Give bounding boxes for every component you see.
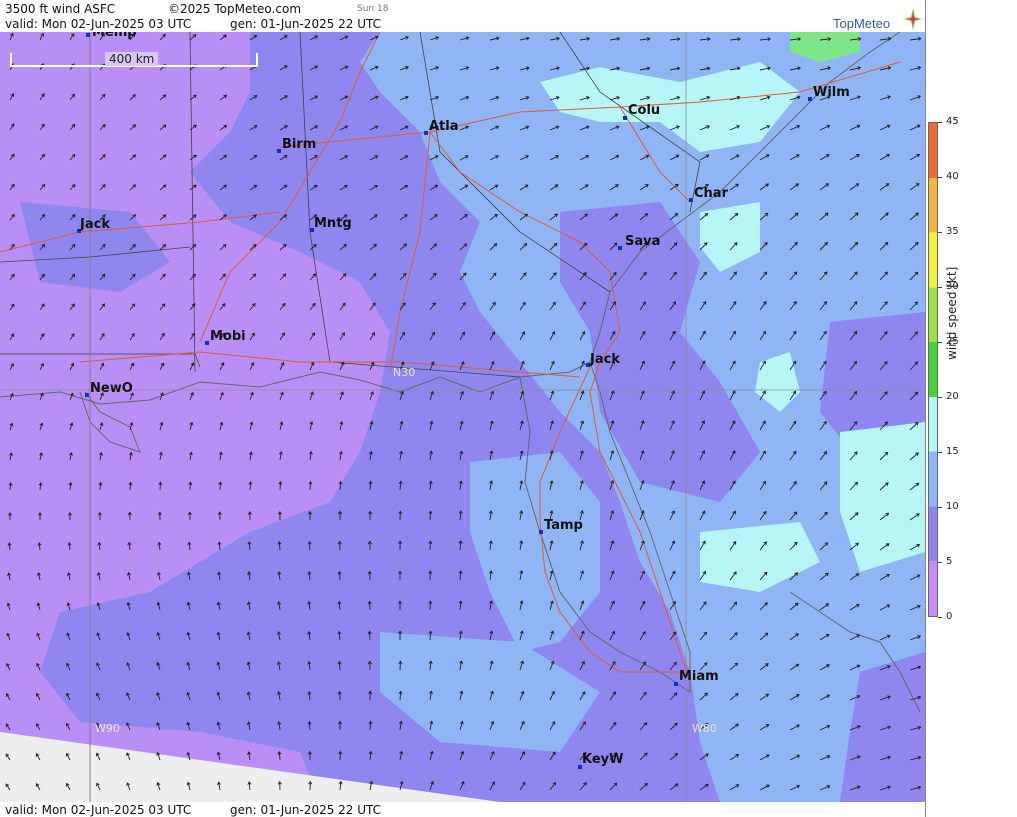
copyright-text: ©2025 TopMeteo.com: [168, 2, 302, 16]
wind-map[interactable]: Memp Wilm Colu Atla Birm Char Jack Mntg …: [0, 32, 925, 802]
city-label: Birm: [282, 137, 316, 152]
legend-tick-label: 10: [946, 501, 959, 512]
city-label: Miam: [679, 669, 719, 684]
longitude-label: W90: [95, 722, 120, 735]
legend-tick-label: 0: [946, 611, 953, 622]
legend-tickmark: [938, 397, 942, 398]
city-label: Sava: [625, 234, 660, 249]
legend-tick-label: 5: [946, 556, 953, 567]
city-label: Tamp: [544, 518, 583, 533]
longitude-label: W80: [692, 722, 717, 735]
panel-divider: [925, 0, 926, 817]
city-marker: [674, 682, 678, 686]
legend-tick-label: 40: [946, 171, 959, 182]
latitude-label: N30: [393, 366, 415, 379]
city-label: Char: [694, 186, 729, 201]
city-label: Mobi: [210, 329, 246, 344]
product-title: 3500 ft wind ASFC: [5, 2, 116, 16]
day-label: Sun 18: [357, 4, 389, 14]
legend-tick-label: 15: [946, 446, 959, 457]
legend-tickmark: [938, 122, 942, 123]
legend-tickmark: [938, 507, 942, 508]
legend-tickmark: [938, 287, 942, 288]
wind-band-15-20: [840, 422, 925, 572]
city-marker: [424, 131, 428, 135]
city-label: NewO: [90, 381, 133, 396]
legend-tick-label: 20: [946, 391, 959, 402]
legend-tickmark: [938, 562, 942, 563]
logo-text: TopMeteo: [833, 16, 891, 31]
city-marker: [539, 530, 543, 534]
city-label: Atla: [429, 119, 459, 134]
legend-tickmark: [938, 232, 942, 233]
city-label: Mntg: [314, 216, 352, 231]
generated-time: gen: 01-Jun-2025 22 UTC: [230, 17, 382, 31]
legend-tickmark: [938, 452, 942, 453]
city-label: Wilm: [813, 85, 850, 100]
city-marker: [689, 198, 693, 202]
city-marker: [618, 246, 622, 250]
topmeteo-logo[interactable]: TopMeteo: [833, 8, 923, 32]
city-marker: [277, 149, 281, 153]
city-label: Jack: [589, 352, 620, 367]
compass-star-icon: [904, 8, 922, 30]
city-label: Colu: [628, 103, 660, 118]
footer-generated-time: gen: 01-Jun-2025 22 UTC: [230, 803, 382, 817]
legend-tickmark: [938, 617, 942, 618]
scale-bar-label: 400 km: [105, 52, 159, 66]
valid-time: valid: Mon 02-Jun-2025 03 UTC: [5, 17, 192, 31]
city-label: KeyW: [582, 752, 623, 767]
city-marker: [86, 33, 90, 37]
legend-tickmark: [938, 342, 942, 343]
legend-tick-label: 35: [946, 226, 959, 237]
legend-title: wind speed [kt]: [945, 266, 959, 360]
legend-tick-label: 45: [946, 116, 959, 127]
footer-bar: valid: Mon 02-Jun-2025 03 UTC gen: 01-Ju…: [0, 802, 925, 817]
city-marker: [623, 116, 627, 120]
city-label: Jack: [79, 217, 110, 232]
footer-valid-time: valid: Mon 02-Jun-2025 03 UTC: [5, 803, 192, 817]
wind-speed-field: [0, 32, 925, 802]
legend-tickmark: [938, 177, 942, 178]
city-marker: [85, 393, 89, 397]
city-label: Memp: [92, 32, 137, 40]
city-marker: [205, 341, 209, 345]
city-marker: [808, 97, 812, 101]
wind-speed-colorbar: [928, 122, 938, 617]
